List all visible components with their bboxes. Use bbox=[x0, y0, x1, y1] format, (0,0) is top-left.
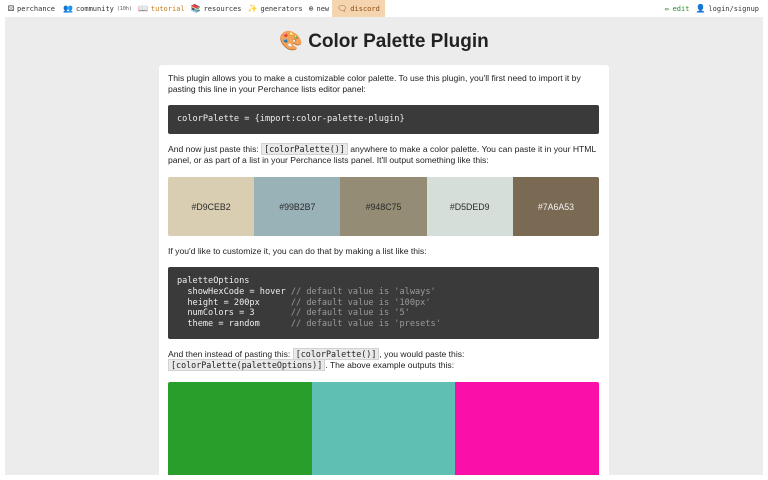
code-comment: // default value is 'presets' bbox=[290, 319, 441, 330]
color-swatch[interactable] bbox=[168, 382, 312, 475]
nav-community-link[interactable]: 👥 community (10h) bbox=[60, 0, 135, 17]
people-icon: 👥 bbox=[62, 4, 73, 13]
paste-paragraph: And now just paste this: [colorPalette()… bbox=[168, 143, 600, 166]
code-comment: // default value is '100px' bbox=[290, 297, 431, 308]
instead-text-post: . The above example outputs this: bbox=[325, 360, 455, 370]
instead-paragraph: And then instead of pasting this: [color… bbox=[168, 348, 600, 371]
swatch-hex-label: #99B2B7 bbox=[279, 201, 316, 212]
nav-left: ⚄ perchance 👥 community (10h) 📖 tutorial… bbox=[0, 0, 385, 17]
code-text: theme = random bbox=[177, 319, 291, 330]
instead-text-mid: , you would paste this: bbox=[379, 349, 465, 359]
swatch-hex-label: #7A6A53 bbox=[537, 201, 575, 212]
color-swatch[interactable]: #D5DED9 bbox=[426, 177, 513, 236]
page-title: 🎨 Color Palette Plugin bbox=[5, 29, 763, 53]
nav-generators-link[interactable]: ✨ generators bbox=[245, 0, 306, 17]
nav-tutorial-link[interactable]: 📖 tutorial bbox=[135, 0, 188, 17]
customize-paragraph: If you'd like to customize it, you can d… bbox=[168, 246, 427, 256]
palette-icon: 🎨 bbox=[279, 31, 303, 52]
book-icon: 📖 bbox=[137, 4, 148, 13]
library-icon: 📚 bbox=[190, 4, 201, 13]
options-code-line: numColors = 3 // default value is '5' bbox=[177, 308, 590, 319]
nav-edit-link[interactable]: ✏ edit bbox=[662, 0, 693, 17]
nav-generators-label: generators bbox=[260, 4, 303, 13]
paste-text-pre: And now just paste this: bbox=[168, 144, 262, 154]
code-comment: // default value is '5' bbox=[290, 308, 410, 319]
color-swatch[interactable] bbox=[311, 382, 456, 475]
nav-edit-label: edit bbox=[672, 4, 690, 13]
color-swatch[interactable] bbox=[455, 382, 599, 475]
intro-paragraph: This plugin allows you to make a customi… bbox=[168, 73, 581, 94]
nav-login-link[interactable]: 👤 login/signup bbox=[692, 0, 762, 17]
pencil-icon: ✏ bbox=[664, 4, 670, 13]
code-text: showHexCode = hover bbox=[177, 286, 291, 297]
chat-icon: 🗨 bbox=[337, 4, 348, 13]
nav-new-link[interactable]: ⊕ new bbox=[306, 0, 332, 17]
palette-output-1: #D9CEB2 #99B2B7 #948C75 #D5DED9 #7A6A53 bbox=[168, 177, 599, 236]
content-card: This plugin allows you to make a customi… bbox=[159, 65, 609, 475]
options-code-line: theme = random // default value is 'pres… bbox=[177, 319, 590, 330]
import-code-block[interactable]: colorPalette = {import:color-palette-plu… bbox=[168, 105, 599, 134]
nav-discord-label: discord bbox=[350, 4, 380, 13]
options-code-block[interactable]: paletteOptions showHexCode = hover // de… bbox=[168, 267, 599, 339]
user-icon: 👤 bbox=[695, 4, 706, 13]
color-swatch[interactable]: #7A6A53 bbox=[512, 177, 599, 236]
top-nav: ⚄ perchance 👥 community (10h) 📖 tutorial… bbox=[0, 0, 768, 17]
color-swatch[interactable]: #948C75 bbox=[340, 177, 427, 236]
nav-login-label: login/signup bbox=[708, 4, 759, 13]
code-text: height = 200px bbox=[177, 297, 291, 308]
page-title-text: Color Palette Plugin bbox=[308, 31, 489, 52]
nav-discord-link[interactable]: 🗨 discord bbox=[332, 0, 385, 17]
color-swatch[interactable]: #D9CEB2 bbox=[168, 177, 255, 236]
instead-text-pre: And then instead of pasting this: bbox=[168, 349, 293, 359]
nav-resources-link[interactable]: 📚 resources bbox=[188, 0, 245, 17]
nav-tutorial-label: tutorial bbox=[150, 4, 185, 13]
nav-new-label: new bbox=[316, 4, 330, 13]
sparkle-icon: ✨ bbox=[247, 4, 258, 13]
color-swatch[interactable]: #99B2B7 bbox=[254, 177, 341, 236]
bottom-edge bbox=[5, 475, 763, 480]
community-count: (10h) bbox=[116, 5, 132, 12]
nav-resources-label: resources bbox=[203, 4, 242, 13]
swatch-hex-label: #D9CEB2 bbox=[191, 201, 231, 212]
import-code-line: colorPalette = {import:color-palette-plu… bbox=[177, 114, 405, 124]
options-code-line: height = 200px // default value is '100p… bbox=[177, 298, 590, 309]
options-code-line: showHexCode = hover // default value is … bbox=[177, 287, 590, 298]
instead-inline-code-2: [colorPalette(paletteOptions)] bbox=[168, 359, 326, 371]
nav-brand-label: perchance bbox=[17, 4, 55, 13]
page-area: 🎨 Color Palette Plugin This plugin allow… bbox=[5, 17, 763, 475]
die-icon: ⚄ bbox=[8, 3, 15, 14]
options-code-line: paletteOptions bbox=[177, 276, 590, 287]
plus-circle-icon: ⊕ bbox=[308, 4, 314, 13]
nav-home-link[interactable]: ⚄ perchance bbox=[0, 0, 60, 17]
paste-inline-code: [colorPalette()] bbox=[261, 143, 348, 155]
nav-community-label: community bbox=[75, 4, 114, 13]
code-comment: // default value is 'always' bbox=[290, 286, 436, 297]
swatch-hex-label: #D5DED9 bbox=[449, 201, 490, 212]
code-text: numColors = 3 bbox=[177, 308, 291, 319]
nav-right: ✏ edit 👤 login/signup bbox=[662, 0, 768, 17]
code-text: paletteOptions bbox=[177, 276, 250, 286]
palette-output-2 bbox=[168, 382, 599, 475]
swatch-hex-label: #948C75 bbox=[365, 201, 402, 212]
